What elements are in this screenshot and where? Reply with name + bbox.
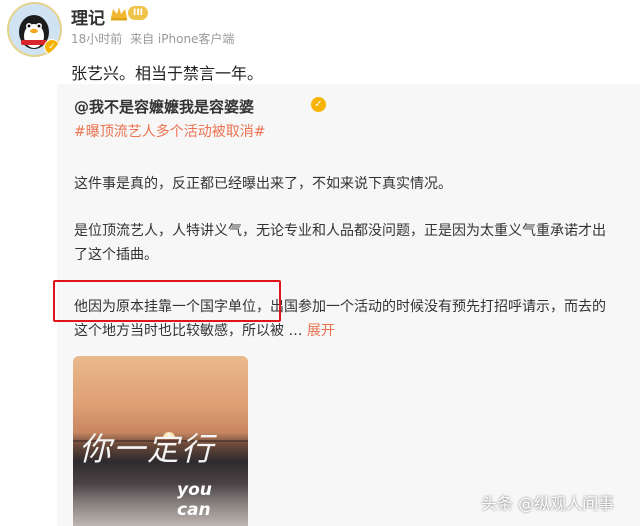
- paragraph-line: 这个地方当时也比较敏感，所以被 … 展开: [74, 319, 606, 343]
- repost-paragraph-2: 是位顶流艺人，人特讲义气，无论专业和人品都没问题，正是因为太重义气重承诺才出 了…: [74, 219, 606, 267]
- hashtag-link[interactable]: #曝顶流艺人多个活动被取消#: [74, 121, 265, 141]
- author-avatar[interactable]: ✓: [7, 2, 62, 57]
- paragraph-line: 了这个插曲。: [74, 247, 158, 263]
- expand-link[interactable]: 展开: [307, 323, 335, 339]
- paragraph-text: 这件事是真的，反正都已经曝出来了，不如来说下真实情况。: [74, 176, 452, 192]
- image-script-text: 你一定行: [79, 430, 216, 468]
- verified-badge-icon: ✓: [44, 39, 60, 55]
- repost-user-link[interactable]: @我不是容嬷嬷我是容婆婆: [74, 96, 254, 117]
- repost-paragraph-1: 这件事是真的，反正都已经曝出来了，不如来说下真实情况。: [74, 172, 452, 196]
- image-sub-text: you can: [177, 480, 212, 520]
- post-source: 来自 iPhone客户端: [130, 32, 235, 46]
- post-author-name[interactable]: 理记: [71, 4, 105, 29]
- verified-badge-icon: ✓: [311, 97, 326, 112]
- crown-icon: [111, 7, 127, 21]
- post-time: 18小时前: [71, 32, 123, 46]
- post-text: 张艺兴。相当于禁言一年。: [71, 64, 264, 83]
- paragraph-line-text: 这个地方当时也比较敏感，所以被 …: [74, 323, 307, 339]
- post-meta: 18小时前 来自 iPhone客户端: [71, 30, 234, 47]
- post-image-thumbnail[interactable]: 你一定行 you can: [73, 356, 248, 526]
- member-level-badge: III: [128, 6, 148, 20]
- watermark-text: 头条 @纵观人间事: [481, 494, 615, 513]
- paragraph-line: 是位顶流艺人，人特讲义气，无论专业和人品都没问题，正是因为太重义气重承诺才出: [74, 223, 606, 239]
- highlight-box: [53, 280, 281, 322]
